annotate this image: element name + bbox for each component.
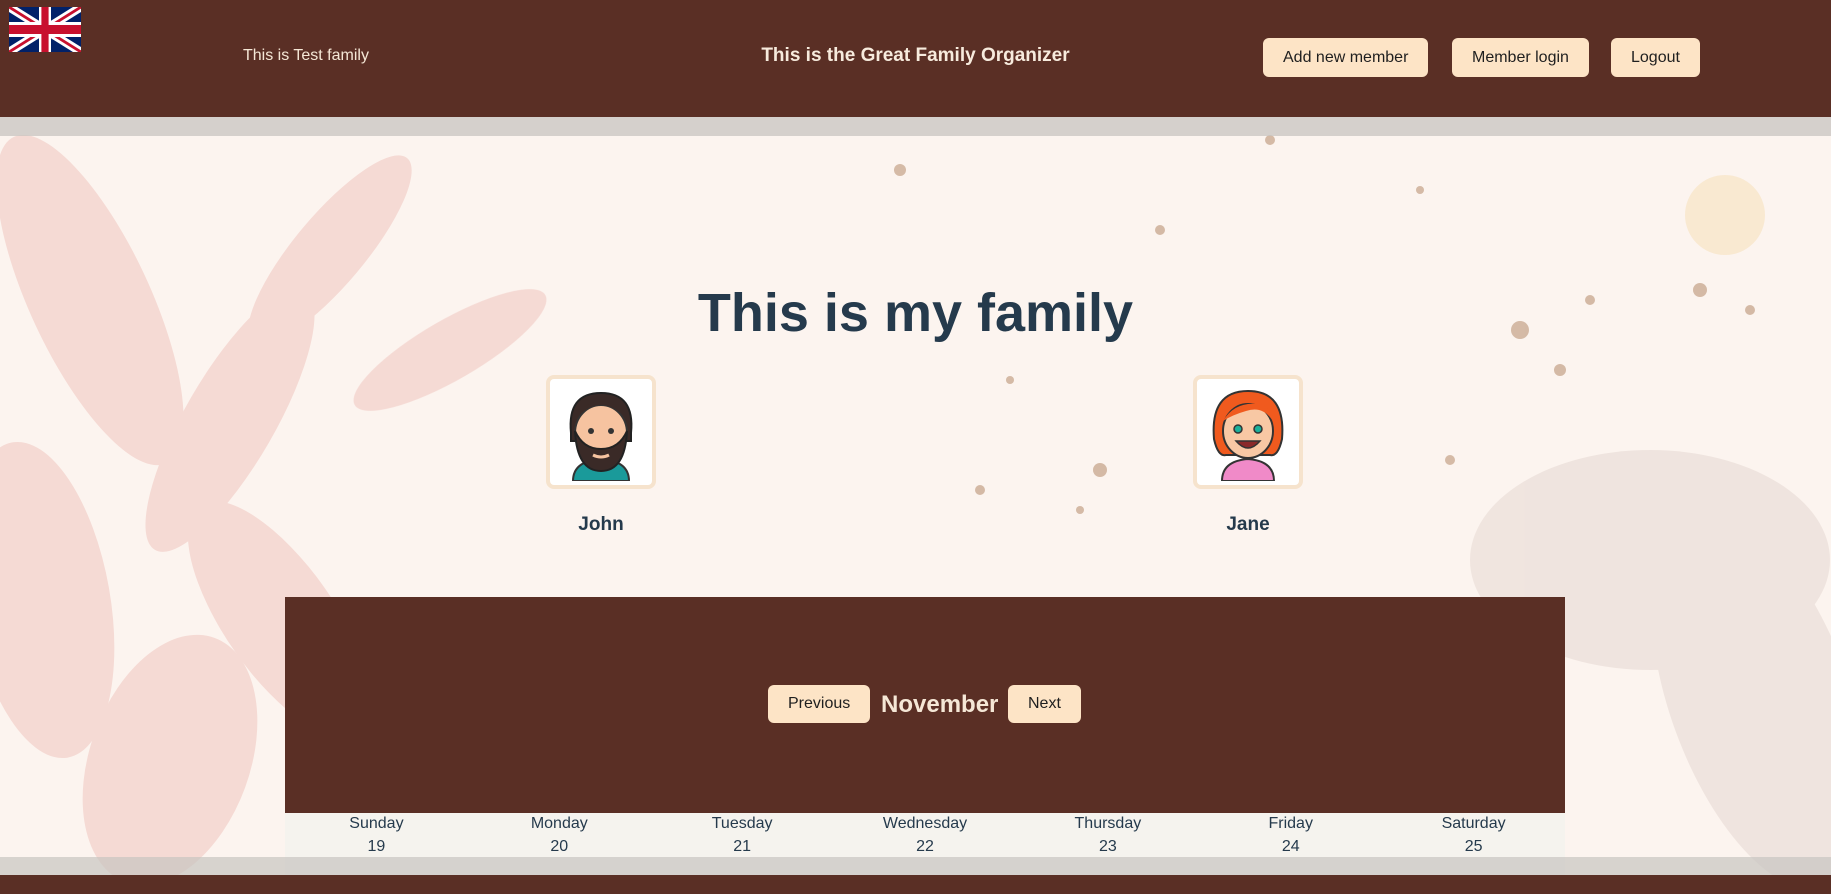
day-date: 20 bbox=[550, 838, 569, 855]
day-date: 21 bbox=[733, 838, 752, 855]
day-date: 22 bbox=[916, 838, 934, 855]
day-date: 23 bbox=[1098, 838, 1117, 855]
page-heading: This is my family bbox=[697, 283, 1134, 343]
uk-flag-icon[interactable] bbox=[9, 7, 81, 52]
day-name: Thursday bbox=[1074, 815, 1142, 832]
day-name: Wednesday bbox=[882, 815, 968, 832]
day-date: 25 bbox=[1464, 838, 1483, 855]
day-date: 19 bbox=[367, 838, 386, 855]
member-card-john[interactable]: John bbox=[546, 375, 656, 536]
day-name: Sunday bbox=[349, 815, 404, 832]
calendar-header: Previous November Next bbox=[285, 597, 1565, 813]
day-name: Friday bbox=[1268, 815, 1313, 832]
member-card-jane[interactable]: Jane bbox=[1193, 375, 1303, 536]
avatar-frame[interactable] bbox=[546, 375, 656, 489]
family-name-label: This is Test family bbox=[243, 47, 369, 64]
logout-button[interactable]: Logout bbox=[1611, 38, 1700, 77]
bearded-man-avatar-icon bbox=[569, 391, 633, 481]
footer-bar bbox=[0, 875, 1831, 894]
avatar-frame[interactable] bbox=[1193, 375, 1303, 489]
top-navigation-bar: This is Test family This is the Great Fa… bbox=[0, 0, 1831, 117]
previous-month-button[interactable]: Previous bbox=[768, 685, 871, 723]
current-month-label: November bbox=[881, 691, 999, 718]
day-date: 24 bbox=[1281, 838, 1300, 855]
add-new-member-button[interactable]: Add new member bbox=[1263, 38, 1429, 77]
next-month-button[interactable]: Next bbox=[1008, 685, 1081, 723]
day-name: Tuesday bbox=[711, 815, 773, 832]
member-name: John bbox=[578, 514, 624, 535]
header-divider bbox=[0, 117, 1831, 136]
day-name: Saturday bbox=[1441, 815, 1506, 832]
member-login-button[interactable]: Member login bbox=[1452, 38, 1589, 77]
footer-divider bbox=[0, 857, 1831, 875]
day-name: Monday bbox=[530, 815, 588, 832]
red-hair-woman-avatar-icon bbox=[1212, 389, 1284, 481]
member-name: Jane bbox=[1226, 514, 1270, 535]
